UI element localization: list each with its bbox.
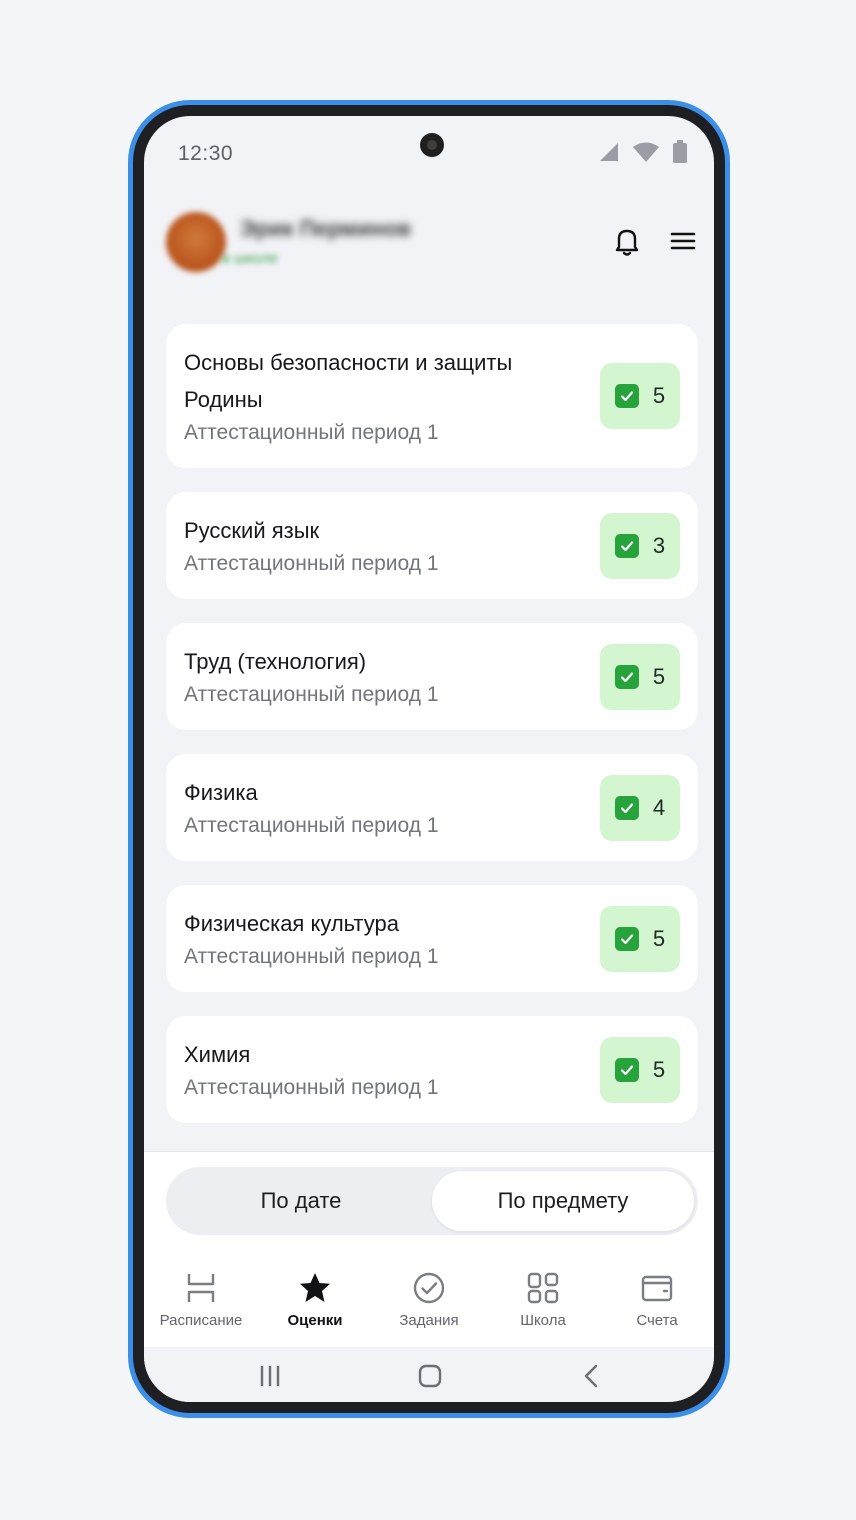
grade-badge: 4	[600, 774, 680, 841]
tab-grades[interactable]: Оценки	[258, 1262, 372, 1342]
user-name[interactable]: Эрик Перминов	[240, 216, 411, 242]
grades-list: Основы безопасности и защиты Родины Атте…	[166, 324, 698, 1147]
checkmark-icon	[614, 664, 639, 689]
checkmark-icon	[614, 795, 639, 820]
sort-toggle: По дате По предмету	[166, 1167, 698, 1235]
grade-value: 5	[652, 1056, 666, 1082]
subject-name: Русский язык	[184, 518, 320, 543]
grade-card[interactable]: Русский язык Аттестационный период 1 3	[166, 492, 698, 599]
grade-value: 4	[652, 794, 666, 820]
grade-value: 3	[652, 532, 666, 558]
cellular-signal-icon	[600, 143, 618, 161]
front-camera	[420, 133, 444, 157]
subject-name: Физическая культура	[184, 911, 399, 936]
status-icons	[598, 140, 688, 164]
grade-value: 5	[652, 925, 666, 951]
grid-icon	[525, 1270, 561, 1306]
phone-frame: 12:30 Эрик Перминов в школе Основы безоп…	[128, 100, 730, 1418]
period-label: Аттестационный период 1	[184, 945, 439, 968]
check-circle-icon	[411, 1270, 447, 1306]
notifications-button[interactable]	[610, 224, 644, 258]
user-status: в школе	[222, 250, 279, 267]
menu-button[interactable]	[666, 224, 700, 258]
bottom-panel: По дате По предмету Расписание Оценки За…	[144, 1151, 714, 1348]
subject-name: Физика	[184, 780, 258, 805]
checkmark-icon	[614, 1057, 639, 1082]
grade-card[interactable]: Физика Аттестационный период 1 4	[166, 754, 698, 861]
grade-card[interactable]: Труд (технология) Аттестационный период …	[166, 623, 698, 730]
tab-bar: Расписание Оценки Задания Школа Счета	[144, 1262, 714, 1342]
subject-name: Химия	[184, 1042, 251, 1067]
wallet-icon	[639, 1270, 675, 1306]
grade-badge: 5	[600, 905, 680, 972]
period-label: Аттестационный период 1	[184, 421, 439, 444]
battery-icon	[673, 140, 687, 163]
sort-by-date-button[interactable]: По дате	[170, 1171, 432, 1231]
tab-label: Счета	[636, 1312, 678, 1329]
grade-badge: 5	[600, 1036, 680, 1103]
period-label: Аттестационный период 1	[184, 683, 439, 706]
back-icon[interactable]	[580, 1364, 604, 1388]
hamburger-menu-icon	[670, 232, 696, 250]
home-icon[interactable]	[418, 1364, 442, 1388]
status-time: 12:30	[178, 142, 234, 165]
checkmark-icon	[614, 533, 639, 558]
tab-accounts[interactable]: Счета	[600, 1262, 714, 1342]
star-icon	[297, 1270, 333, 1306]
checkmark-icon	[614, 926, 639, 951]
grade-card[interactable]: Физическая культура Аттестационный перио…	[166, 885, 698, 992]
screen: 12:30 Эрик Перминов в школе Основы безоп…	[144, 116, 714, 1402]
tab-label: Оценки	[287, 1312, 343, 1329]
grade-card[interactable]: Химия Аттестационный период 1 5	[166, 1016, 698, 1123]
system-nav-bar	[144, 1347, 714, 1402]
schedule-icon	[183, 1270, 219, 1306]
header: Эрик Перминов в школе	[144, 196, 714, 296]
status-bar: 12:30	[144, 116, 714, 186]
tab-label: Расписание	[159, 1312, 243, 1329]
period-label: Аттестационный период 1	[184, 552, 439, 575]
checkmark-icon	[614, 384, 639, 408]
tab-label: Школа	[520, 1312, 566, 1329]
subject-name: Труд (технология)	[184, 649, 367, 674]
grade-badge: 3	[600, 512, 680, 579]
period-label: Аттестационный период 1	[184, 1076, 439, 1099]
avatar[interactable]	[166, 212, 226, 272]
tab-school[interactable]: Школа	[486, 1262, 600, 1342]
tab-schedule[interactable]: Расписание	[144, 1262, 258, 1342]
period-label: Аттестационный период 1	[184, 814, 439, 837]
grade-value: 5	[652, 383, 666, 408]
tab-label: Задания	[399, 1312, 459, 1329]
sort-by-subject-button[interactable]: По предмету	[432, 1171, 694, 1231]
wifi-icon	[633, 142, 659, 162]
grade-value: 5	[652, 663, 666, 689]
bell-icon	[615, 229, 639, 256]
grade-badge: 5	[600, 363, 680, 429]
grade-card[interactable]: Основы безопасности и защиты Родины Атте…	[166, 324, 698, 468]
subject-name: Основы безопасности и защиты Родины	[184, 350, 513, 412]
tab-assignments[interactable]: Задания	[372, 1262, 486, 1342]
grade-badge: 5	[600, 643, 680, 710]
recent-apps-icon[interactable]	[258, 1364, 282, 1388]
